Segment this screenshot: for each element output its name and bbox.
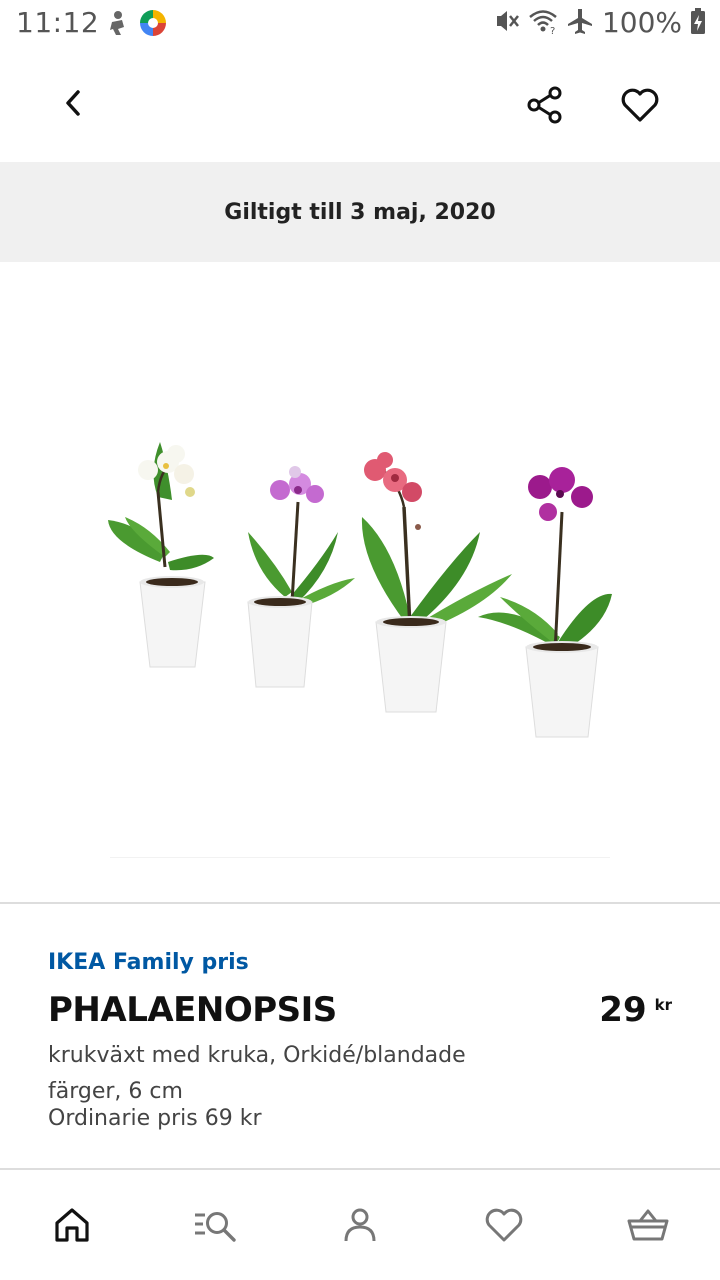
nav-favorites[interactable] (432, 1170, 576, 1280)
airplane-mode-icon (566, 7, 594, 39)
validity-text: Giltigt till 3 maj, 2020 (224, 199, 496, 225)
product-image[interactable] (0, 262, 720, 902)
battery-percent: 100% (601, 6, 682, 39)
orchid-coral (361, 452, 512, 713)
product-name: PHALAENOPSIS (48, 990, 337, 1030)
top-app-bar (0, 50, 720, 160)
basket-icon (627, 1209, 669, 1241)
share-button[interactable] (520, 80, 570, 130)
nav-search[interactable] (144, 1170, 288, 1280)
vibrate-icon (494, 8, 520, 38)
regular-price: Ordinarie pris 69 kr (48, 1106, 262, 1131)
image-divider (110, 857, 610, 858)
orchid-white (108, 442, 214, 668)
photos-app-icon (138, 8, 168, 42)
product-info: IKEA Family pris PHALAENOPSIS 29 kr kruk… (48, 950, 678, 1131)
product-price: 29 kr (599, 990, 672, 1030)
wifi-icon: ? (528, 8, 558, 38)
share-icon (527, 86, 562, 124)
home-icon (55, 1208, 89, 1242)
orchid-magenta (478, 467, 612, 738)
section-divider (0, 902, 720, 904)
price-value: 29 (599, 990, 647, 1030)
nav-basket[interactable] (576, 1170, 720, 1280)
profile-icon (344, 1208, 376, 1242)
heart-outline-icon (621, 88, 659, 122)
price-currency: kr (654, 996, 672, 1014)
family-price-label: IKEA Family pris (48, 950, 249, 975)
nav-profile[interactable] (288, 1170, 432, 1280)
bottom-navigation (0, 1170, 720, 1280)
status-time: 11:12 (16, 6, 100, 39)
orchid-plants-image (108, 442, 612, 738)
status-left-icons (104, 8, 168, 42)
validity-banner: Giltigt till 3 maj, 2020 (0, 162, 720, 262)
orchid-light-purple (247, 466, 355, 688)
back-button[interactable] (50, 80, 96, 126)
product-description: krukväxt med kruka, Orkidé/blandade färg… (48, 1043, 466, 1104)
battery-charging-icon (690, 7, 706, 39)
status-right-icons: ? 100% (494, 6, 706, 39)
status-bar: 11:12 ? 100% (0, 0, 720, 50)
favorite-button[interactable] (614, 80, 666, 130)
svg-text:?: ? (550, 26, 555, 34)
notification-app-icon (104, 9, 130, 41)
nav-home[interactable] (0, 1170, 144, 1280)
search-list-icon (195, 1212, 236, 1242)
chevron-left-icon (66, 90, 80, 116)
heart-outline-icon (485, 1208, 523, 1242)
